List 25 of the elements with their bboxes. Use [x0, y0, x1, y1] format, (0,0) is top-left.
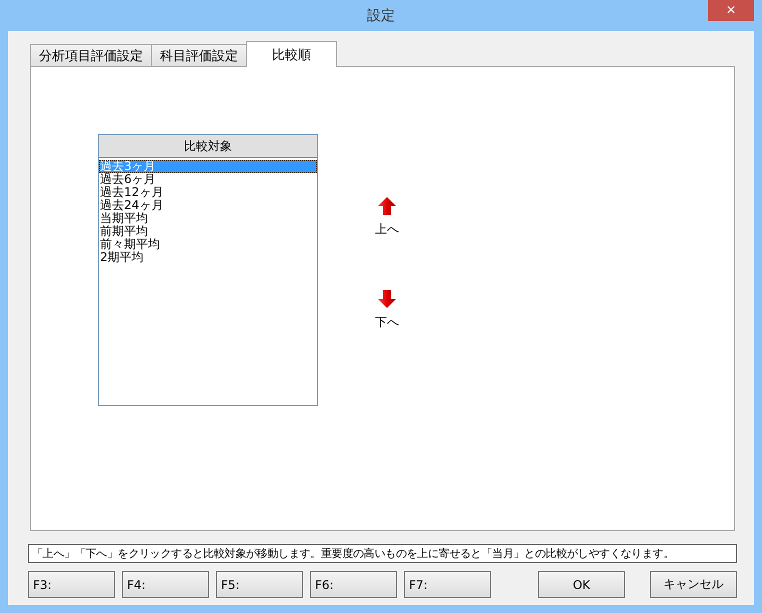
- function-key-button[interactable]: F4:: [122, 571, 209, 598]
- tab[interactable]: 科目評価設定: [151, 44, 247, 66]
- function-key-button[interactable]: F5:: [216, 571, 303, 598]
- tab[interactable]: 分析項目評価設定: [30, 44, 152, 66]
- down-arrow-icon: [378, 290, 396, 308]
- function-key-button[interactable]: F3:: [28, 571, 115, 598]
- list-item[interactable]: 前期平均: [99, 225, 317, 238]
- tab[interactable]: 比較順: [246, 41, 337, 67]
- ok-button[interactable]: OK: [538, 571, 625, 598]
- move-down-button[interactable]: 下へ: [367, 290, 407, 331]
- list-item[interactable]: 当期平均: [99, 212, 317, 225]
- list-item[interactable]: 過去6ヶ月: [99, 173, 317, 186]
- list-item[interactable]: 前々期平均: [99, 238, 317, 251]
- move-up-button[interactable]: 上へ: [367, 197, 407, 238]
- list-item[interactable]: 2期平均: [99, 251, 317, 264]
- window-title: 設定: [367, 6, 395, 24]
- hint-field: 「上へ」「下へ」をクリックすると比較対象が移動します。重要度の高いものを上に寄せると「当月」との比較がしやすくなります。: [28, 544, 737, 563]
- function-key-button[interactable]: F7:: [404, 571, 491, 598]
- function-key-button[interactable]: F6:: [310, 571, 397, 598]
- cancel-button[interactable]: キャンセル: [650, 571, 737, 598]
- column-header: 比較対象: [99, 135, 317, 158]
- list-item[interactable]: 過去12ヶ月: [99, 186, 317, 199]
- up-arrow-icon: [378, 197, 396, 215]
- list-item[interactable]: 過去24ヶ月: [99, 199, 317, 212]
- close-button[interactable]: ×: [708, 0, 754, 21]
